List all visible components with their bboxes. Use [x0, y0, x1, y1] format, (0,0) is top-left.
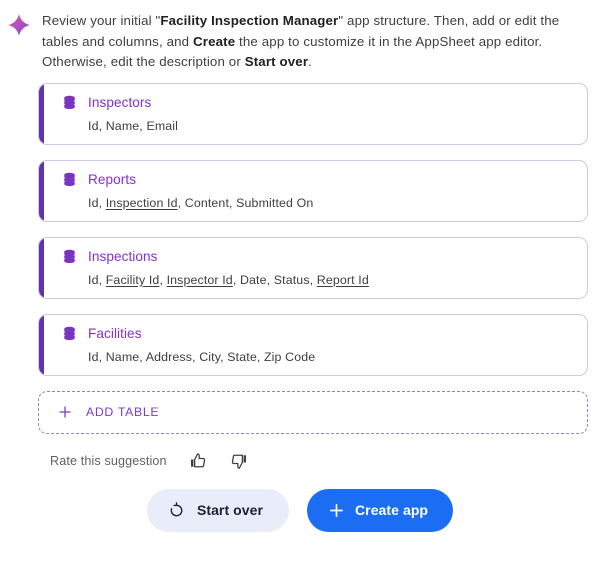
table-card-header: Inspectors	[61, 93, 587, 113]
database-icon	[61, 171, 78, 188]
database-icon	[61, 94, 78, 111]
sparkle-icon	[6, 12, 32, 38]
create-app-button[interactable]: Create app	[307, 488, 454, 532]
table-card-header: Facilities	[61, 324, 587, 344]
footer-actions: Start over Create app	[0, 488, 600, 532]
table-name: Inspections	[88, 248, 158, 264]
table-name: Reports	[88, 171, 137, 187]
database-icon	[61, 325, 78, 342]
description-text: Review your initial "Facility Inspection…	[42, 8, 588, 73]
add-table-button[interactable]: ADD TABLE	[38, 390, 588, 434]
rate-label: Rate this suggestion	[50, 453, 167, 468]
column-name: Id	[88, 195, 99, 210]
table-card[interactable]: Facilities Id, Name, Address, City, State…	[38, 313, 588, 376]
start-over-button[interactable]: Start over	[146, 488, 289, 532]
table-card-header: Inspections	[61, 247, 587, 267]
description-emphasis: Start over	[244, 54, 309, 69]
column-name: Date	[239, 272, 267, 287]
table-card-header: Reports	[61, 170, 587, 190]
table-columns: Id, Name, Email	[88, 118, 179, 133]
column-name: City	[199, 349, 221, 364]
column-reference[interactable]: Inspection Id	[106, 196, 178, 210]
feedback-row: Rate this suggestion	[50, 451, 600, 471]
description-fragment: Review your initial "	[42, 13, 161, 28]
table-columns: Id, Facility Id, Inspector Id, Date, Sta…	[88, 272, 369, 287]
column-name: Status	[273, 272, 310, 287]
description-emphasis: Create	[193, 33, 236, 49]
column-name: State	[227, 349, 257, 364]
column-name: Id	[88, 118, 99, 133]
table-name: Inspectors	[88, 94, 152, 110]
database-icon	[61, 248, 78, 265]
table-columns: Id, Inspection Id, Content, Submitted On	[88, 195, 314, 210]
column-name: Name	[105, 118, 140, 133]
column-name: Address	[145, 349, 193, 364]
table-card[interactable]: Inspections Id, Facility Id, Inspector Id…	[38, 236, 588, 299]
table-card[interactable]: Reports Id, Inspection Id, Content, Submi…	[38, 159, 588, 222]
column-name: Name	[105, 349, 140, 364]
column-name: Content	[184, 195, 230, 210]
add-table-label: ADD TABLE	[86, 405, 160, 419]
column-name: Submitted On	[236, 195, 314, 210]
table-columns: Id, Name, Address, City, State, Zip Code	[88, 349, 316, 364]
add-table-wrapper: ADD TABLE	[38, 390, 588, 434]
plus-icon	[327, 501, 346, 520]
create-app-label: Create app	[355, 502, 429, 518]
column-name: Email	[146, 118, 179, 133]
plus-icon	[57, 404, 73, 420]
column-reference[interactable]: Inspector Id	[167, 273, 233, 287]
table-card[interactable]: Inspectors Id, Name, Email	[38, 82, 588, 145]
description-emphasis: Facility Inspection Manager	[160, 13, 339, 28]
restore-icon	[167, 501, 186, 520]
column-name: Zip Code	[263, 349, 316, 364]
description-fragment: .	[308, 54, 312, 69]
column-name: Id	[88, 272, 99, 287]
column-name: Id	[88, 349, 99, 364]
column-reference[interactable]: Facility Id	[106, 273, 160, 287]
table-list: Inspectors Id, Name, Email Reports Id, Insp…	[38, 82, 588, 376]
thumb-down-icon[interactable]	[229, 451, 249, 471]
column-reference[interactable]: Report Id	[317, 273, 369, 287]
thumb-up-icon[interactable]	[188, 451, 208, 471]
table-name: Facilities	[88, 325, 142, 341]
header: Review your initial "Facility Inspection…	[0, 0, 600, 73]
start-over-label: Start over	[196, 502, 263, 518]
